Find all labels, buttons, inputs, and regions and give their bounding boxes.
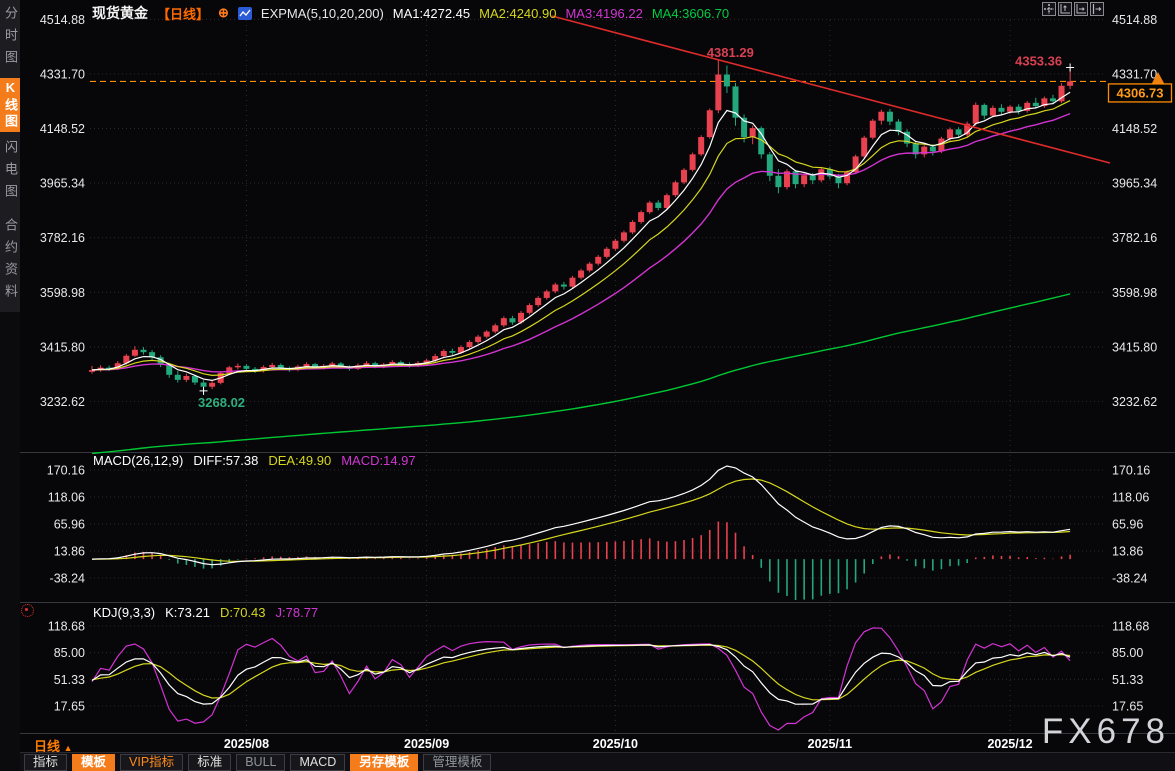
macd-layer	[91, 465, 1071, 600]
candles-layer	[89, 59, 1074, 391]
bottom-toolbar: 指标 模板 VIP指标 标准 BULL MACD 另存模板 管理模板	[20, 752, 1175, 771]
tab-save-template[interactable]: 另存模板	[350, 754, 419, 771]
add-indicator-icon[interactable]: ⊕	[218, 5, 229, 21]
price-tick-left: 3415.80	[40, 340, 85, 354]
macd-tick-left: 65.96	[54, 518, 85, 532]
scale-vertical-icon[interactable]	[1058, 2, 1072, 16]
tab-templates[interactable]: 模板	[72, 754, 116, 771]
scale-horizontal-icon[interactable]	[1074, 2, 1088, 16]
sidebar-item-timeline-chart[interactable]: 分时图	[0, 4, 20, 74]
price-tick-left: 4331.70	[40, 68, 85, 82]
price-extreme-marker	[199, 386, 208, 395]
pan-icon[interactable]	[1042, 2, 1056, 16]
price-tick-left: 4148.52	[40, 122, 85, 136]
price-tick-right: 3415.80	[1112, 340, 1157, 354]
trendline[interactable]	[551, 15, 1111, 164]
kdj-tick-right: 51.33	[1112, 673, 1143, 687]
sidebar-item-kline-chart[interactable]: K线图	[0, 78, 20, 132]
d-line	[91, 644, 1071, 701]
date-label: 2025/09	[404, 737, 449, 751]
price-annotation: 4381.29	[707, 45, 754, 60]
macd-tick-left: 118.06	[48, 491, 85, 505]
macd-tick-right: 118.06	[1112, 491, 1149, 505]
kdj-tick-right: 118.68	[1112, 620, 1149, 634]
date-label: 2025/12	[987, 737, 1032, 751]
pane-marker-icon[interactable]	[21, 604, 34, 617]
kdj-tick-left: 85.00	[54, 646, 85, 660]
tab-vip-indicators[interactable]: VIP指标	[120, 754, 184, 771]
kdj-tick-left: 118.68	[48, 620, 85, 634]
date-label: 2025/08	[224, 737, 269, 751]
price-tick-right: 4148.52	[1112, 122, 1157, 136]
tab-bull[interactable]: BULL	[236, 754, 286, 771]
macd-tick-right: 65.96	[1112, 518, 1143, 532]
price-tick-left: 4514.88	[40, 13, 85, 27]
price-annotation: 3268.02	[198, 395, 245, 410]
price-annotation: 4353.36	[1015, 54, 1062, 69]
k-line	[91, 643, 1071, 705]
chart-button-group	[1042, 2, 1104, 16]
tab-manage-template[interactable]: 管理模板	[423, 754, 492, 771]
chart-canvas[interactable]: 4514.88 4514.88 4331.70 4331.70 4148.52 4148.…	[0, 0, 1175, 771]
macd-tick-left: 13.86	[54, 545, 85, 559]
macd-tick-right: 170.16	[1112, 464, 1150, 478]
price-tick-left: 3598.98	[40, 286, 85, 300]
sidebar-item-contract-info[interactable]: 合约资料	[0, 216, 20, 308]
date-label: 2025/10	[593, 737, 638, 751]
ema200-line	[91, 293, 1071, 454]
expand-pane-icon[interactable]	[1090, 2, 1104, 16]
kline-chart-window: 4514.88 4514.88 4331.70 4331.70 4148.52 4148.…	[0, 0, 1175, 771]
date-label: 2025/11	[808, 737, 853, 751]
macd-tick-right: 13.86	[1112, 545, 1143, 559]
macd-tick-left: -38.24	[50, 572, 85, 586]
price-tick-right: 3598.98	[1112, 286, 1157, 300]
price-tick-right: 4514.88	[1112, 13, 1157, 27]
kdj-tick-right: 85.00	[1112, 646, 1143, 660]
kdj-tick-left: 17.65	[54, 700, 85, 714]
price-tick-right: 3782.16	[1112, 231, 1157, 245]
kdj-tick-right: 17.65	[1112, 700, 1143, 714]
tab-macd[interactable]: MACD	[290, 754, 346, 771]
price-extreme-marker	[1066, 63, 1075, 72]
ema5-line	[91, 91, 1071, 382]
price-tick-left: 3232.62	[40, 395, 85, 409]
price-tick-right: 3232.62	[1112, 395, 1157, 409]
macd-tick-left: 170.16	[47, 464, 85, 478]
tab-standard[interactable]: 标准	[188, 754, 232, 771]
price-tick-left: 3965.34	[40, 177, 85, 191]
sidebar: 分时图 K线图 闪电图 合约资料	[0, 0, 20, 771]
current-price-label: 4306.73	[1117, 85, 1164, 100]
macd-tick-right: -38.24	[1112, 572, 1147, 586]
sidebar-item-flash-chart[interactable]: 闪电图	[0, 138, 20, 208]
kdj-tick-left: 51.33	[54, 673, 85, 687]
price-tick-left: 3782.16	[40, 231, 85, 245]
price-tick-right: 3965.34	[1112, 177, 1157, 191]
ema20-line	[91, 112, 1071, 373]
price-tick-right: 4331.70	[1112, 68, 1157, 82]
tab-indicators[interactable]: 指标	[24, 754, 68, 771]
